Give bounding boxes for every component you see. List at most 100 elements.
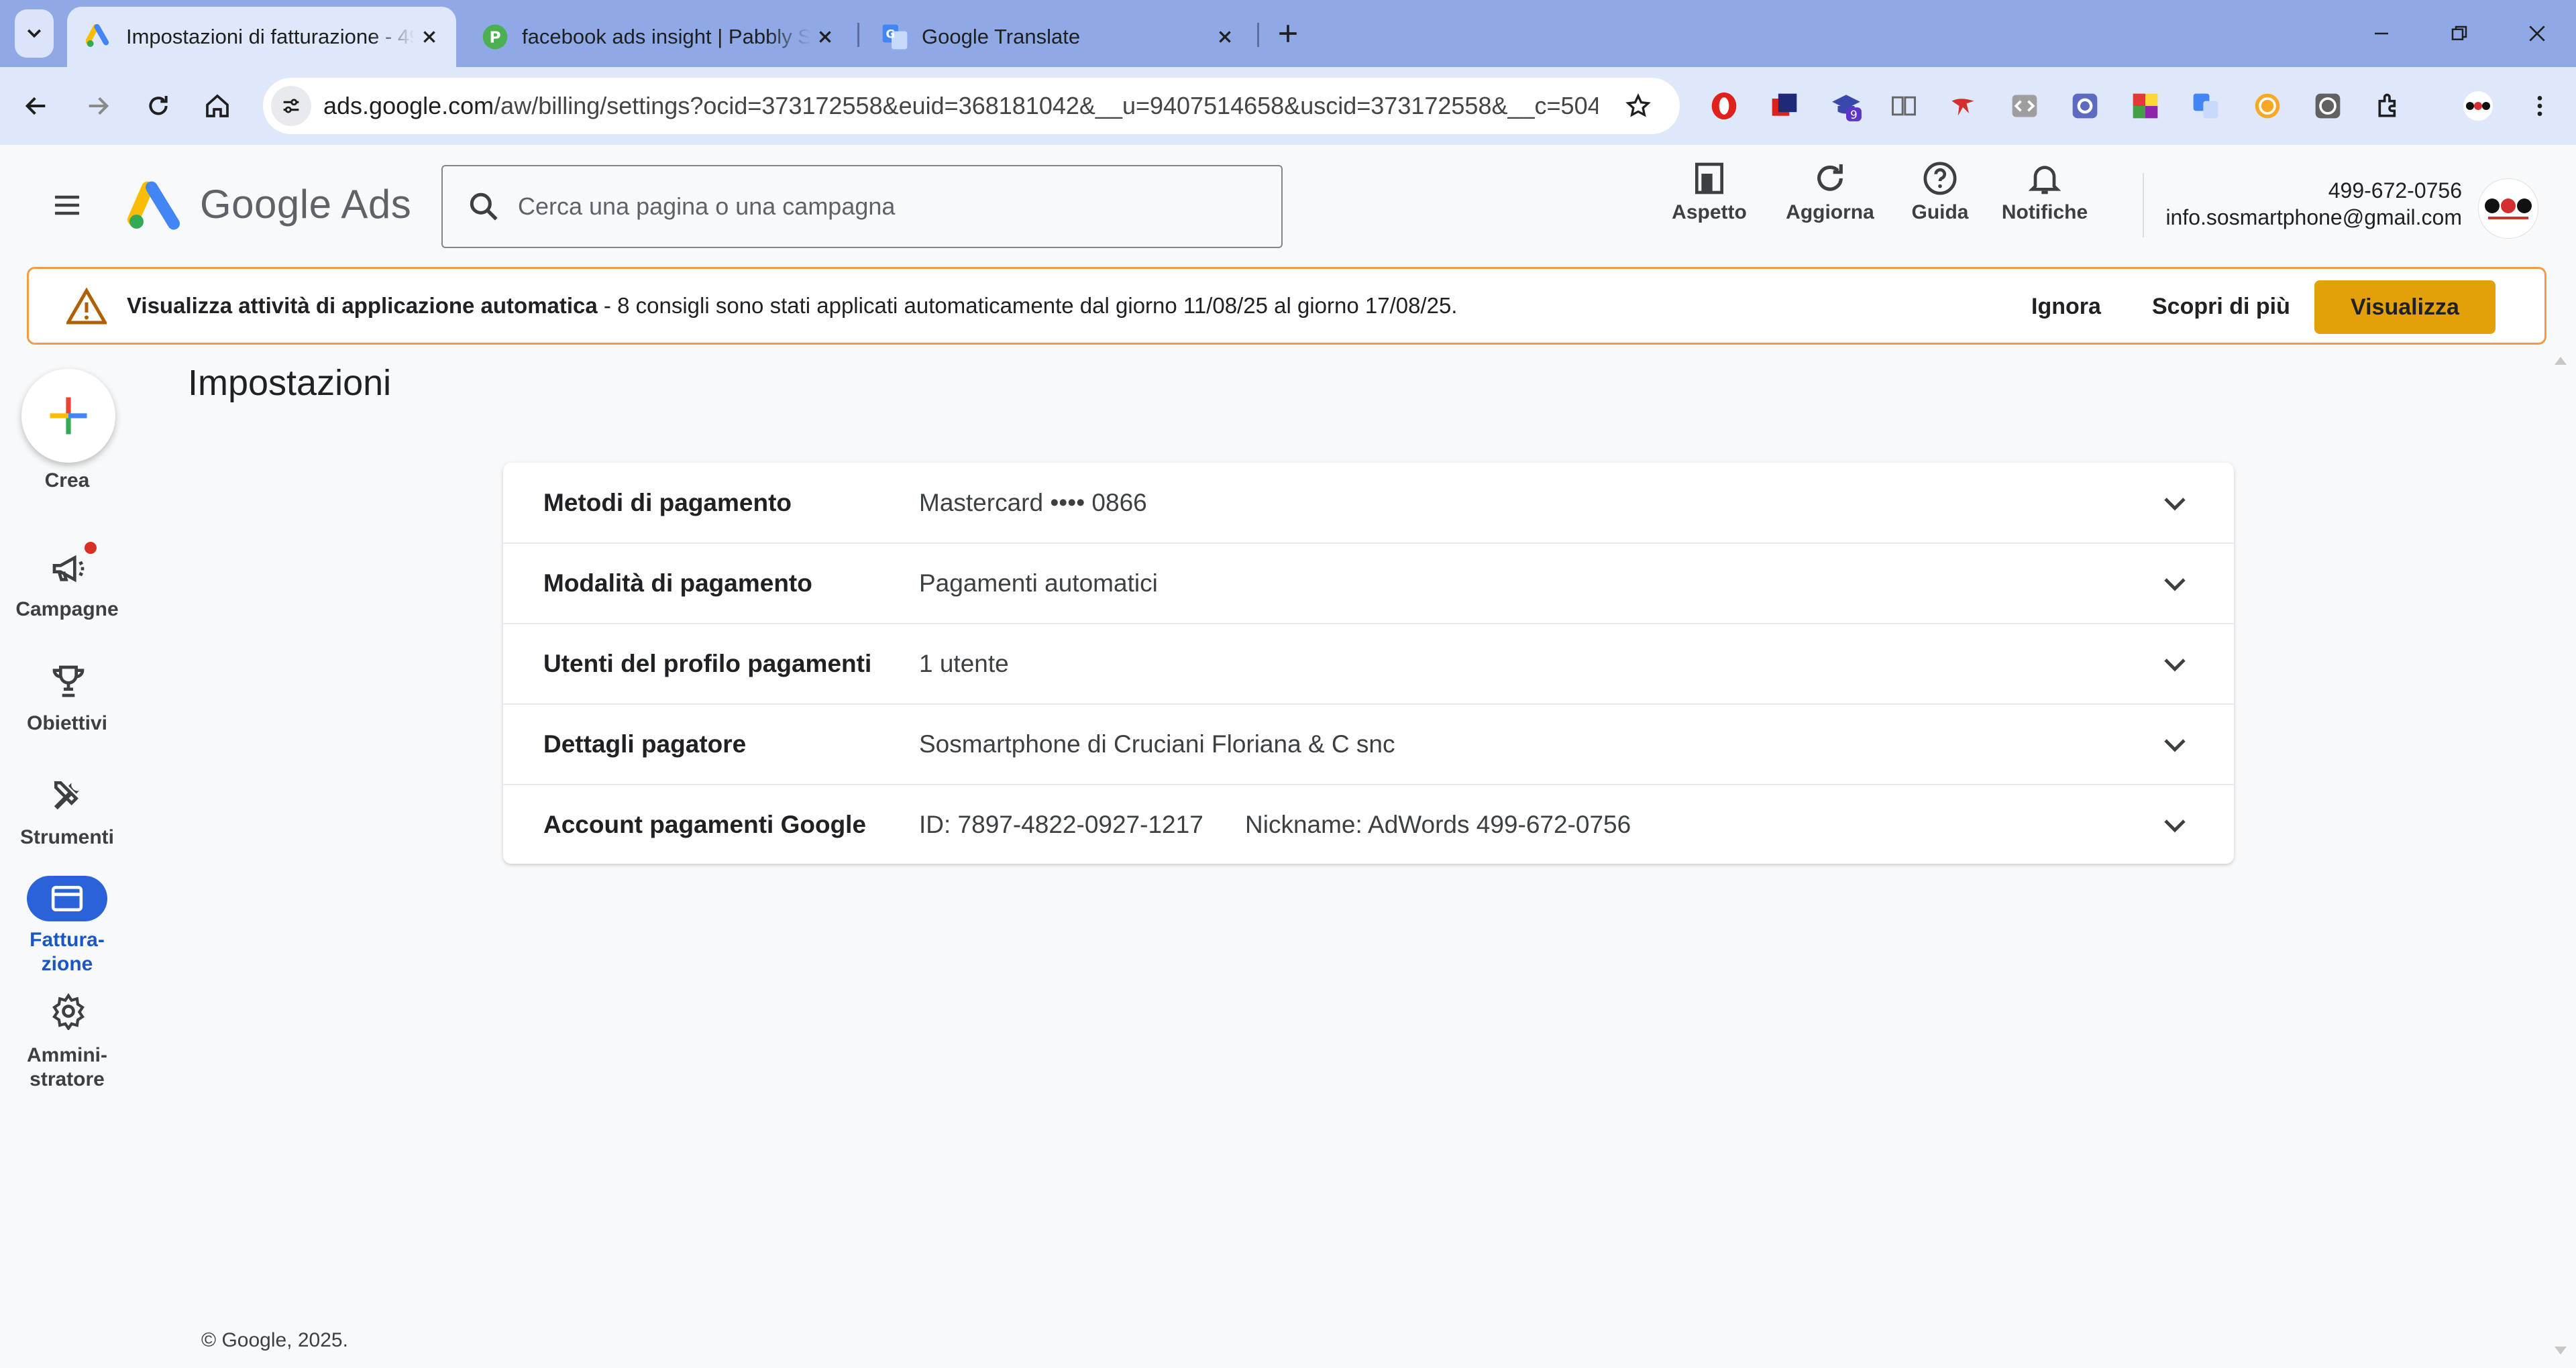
refresh-icon — [1817, 164, 1843, 191]
sidebar-item-label: Strumenti — [19, 826, 114, 848]
arrow-left-icon — [25, 97, 46, 115]
bird-extension-icon[interactable] — [1945, 89, 1980, 123]
sidebar-item-billing[interactable] — [27, 876, 107, 921]
notifications-button[interactable]: Notifiche — [1999, 160, 2090, 224]
home-button[interactable] — [197, 86, 237, 126]
row-key: Utenti del profilo pagamenti — [543, 649, 872, 677]
url-path: /aw/billing/settings?ocid=373172558&euid… — [494, 92, 1598, 119]
translate-extension-icon[interactable] — [2188, 89, 2223, 123]
kebab-menu-icon[interactable] — [2522, 89, 2557, 123]
google-ads-icon — [86, 23, 113, 50]
label-line-1: Fattura- — [30, 929, 105, 951]
profile-icon[interactable] — [2461, 89, 2496, 123]
settings-row-payer-details[interactable]: Dettagli pagatore Sosmartphone di Crucia… — [503, 704, 2234, 785]
tab-title: facebook ads insight | Pabbly Subscripti… — [522, 25, 810, 48]
row-key: Metodi di pagamento — [543, 488, 792, 516]
scroll-up-arrow[interactable] — [2553, 354, 2568, 366]
forward-button[interactable] — [78, 86, 118, 126]
new-tab-button[interactable] — [1272, 17, 1304, 50]
row-value: Sosmartphone di Cruciani Floriana & C sn… — [919, 730, 1395, 758]
sidebar-item-label: Campagne — [15, 598, 119, 620]
header-divider — [2143, 173, 2144, 237]
bookmark-star-icon[interactable] — [1621, 89, 1656, 123]
sidebar-item-tools[interactable] — [47, 774, 90, 817]
tab-title: Google Translate — [922, 25, 1081, 48]
label-line-2: stratore — [30, 1068, 105, 1090]
hex-extension-icon[interactable] — [2310, 89, 2345, 123]
close-icon[interactable] — [1210, 22, 1240, 52]
settings-row-payment-mode[interactable]: Modalità di pagamento Pagamenti automati… — [503, 543, 2234, 624]
chevron-down-icon[interactable] — [2153, 481, 2196, 524]
row-key: Modalità di pagamento — [543, 569, 812, 597]
window-close-button[interactable] — [2517, 13, 2557, 54]
create-button[interactable] — [21, 369, 115, 463]
site-info-icon[interactable] — [271, 86, 311, 126]
sidebar-item-campaigns[interactable] — [47, 547, 90, 590]
billing-settings-card: Metodi di pagamento Mastercard •••• 0866… — [503, 463, 2234, 864]
banner-title: Visualizza attività di applicazione auto… — [127, 293, 598, 318]
view-button[interactable]: Visualizza — [2314, 280, 2496, 334]
learn-more-button[interactable]: Scopri di più — [2152, 294, 2290, 320]
sidebar-item-goals[interactable] — [47, 660, 90, 703]
trophy-icon — [52, 665, 85, 697]
home-icon — [206, 94, 229, 117]
extensions-puzzle-icon[interactable] — [2372, 89, 2407, 123]
account-email[interactable]: info.sosmartphone@gmail.com — [2165, 205, 2462, 230]
row-key: Dettagli pagatore — [543, 730, 747, 758]
browser-tab-pabbly[interactable]: P facebook ads insight | Pabbly Subscrip… — [463, 7, 852, 67]
row-value: Mastercard •••• 0866 — [919, 488, 1147, 516]
sidebar-item-admin[interactable] — [47, 990, 90, 1033]
tab-title: Impostazioni di fatturazione - 499-672-0… — [126, 25, 415, 48]
search-input[interactable]: Cerca una pagina o una campagna — [441, 165, 1283, 248]
coin-extension-icon[interactable] — [2250, 89, 2285, 123]
plus-icon — [1279, 25, 1297, 42]
svg-text:9: 9 — [1850, 109, 1858, 121]
warning-icon — [66, 287, 107, 325]
reader-extension-icon[interactable] — [1886, 89, 1921, 123]
create-label: Crea — [44, 469, 90, 492]
footer-copyright: © Google, 2025. — [201, 1329, 348, 1351]
help-button[interactable]: Guida — [1902, 160, 1978, 224]
settings-row-profile-users[interactable]: Utenti del profilo pagamenti 1 utente — [503, 624, 2234, 705]
sos-logo-icon — [2485, 198, 2532, 219]
row-value: 1 utente — [919, 649, 1009, 677]
chevron-down-icon[interactable] — [2153, 642, 2196, 685]
refresh-button[interactable]: Aggiorna — [1780, 160, 1880, 224]
appearance-button[interactable]: Aspetto — [1664, 160, 1755, 224]
google-ads-logo-icon[interactable] — [127, 181, 184, 232]
code-extension-icon[interactable] — [2007, 89, 2042, 123]
dismiss-button[interactable]: Ignora — [2031, 294, 2101, 320]
account-phone[interactable]: 499-672-0756 — [2328, 178, 2462, 203]
graduation-extension-icon[interactable]: 9 — [1829, 89, 1864, 123]
chevron-down-icon[interactable] — [2153, 723, 2196, 766]
tab-search-button[interactable] — [15, 9, 54, 58]
back-button[interactable] — [16, 86, 56, 126]
settings-row-google-payments-account[interactable]: Account pagamenti Google ID: 7897-4822-0… — [503, 785, 2234, 864]
close-icon[interactable] — [810, 22, 840, 52]
colors-extension-icon[interactable] — [2128, 89, 2163, 123]
gear-icon — [52, 992, 85, 1030]
help-icon — [1923, 162, 1957, 195]
address-bar[interactable]: ads.google.com/aw/billing/settings?ocid=… — [263, 78, 1680, 134]
chevron-down-icon[interactable] — [2153, 562, 2196, 605]
google-translate-icon: G — [881, 23, 908, 50]
settings-row-payment-methods[interactable]: Metodi di pagamento Mastercard •••• 0866 — [503, 463, 2234, 544]
hamburger-menu-icon[interactable] — [47, 185, 87, 225]
minimize-button[interactable] — [2361, 13, 2402, 54]
browser-tab-translate[interactable]: G Google Translate — [863, 7, 1252, 67]
scroll-down-arrow[interactable] — [2553, 1345, 2568, 1357]
avatar[interactable] — [2478, 178, 2538, 239]
close-icon[interactable] — [415, 22, 444, 52]
dashlane-extension-icon[interactable] — [1767, 89, 1802, 123]
opera-extension-icon[interactable] — [1707, 89, 1741, 123]
reload-button[interactable] — [138, 86, 178, 126]
row-value-secondary: Nickname: AdWords 499-672-0756 — [1245, 810, 1631, 838]
appearance-icon — [1695, 162, 1723, 194]
chevron-down-icon[interactable] — [2153, 803, 2196, 846]
appearance-label: Aspetto — [1672, 201, 1747, 223]
tab-separator — [1257, 23, 1259, 47]
gear-extension-icon[interactable] — [2068, 89, 2102, 123]
browser-tab-billing[interactable]: Impostazioni di fatturazione - 499-672-0… — [67, 7, 456, 67]
search-icon — [470, 192, 498, 221]
restore-button[interactable] — [2439, 13, 2479, 54]
